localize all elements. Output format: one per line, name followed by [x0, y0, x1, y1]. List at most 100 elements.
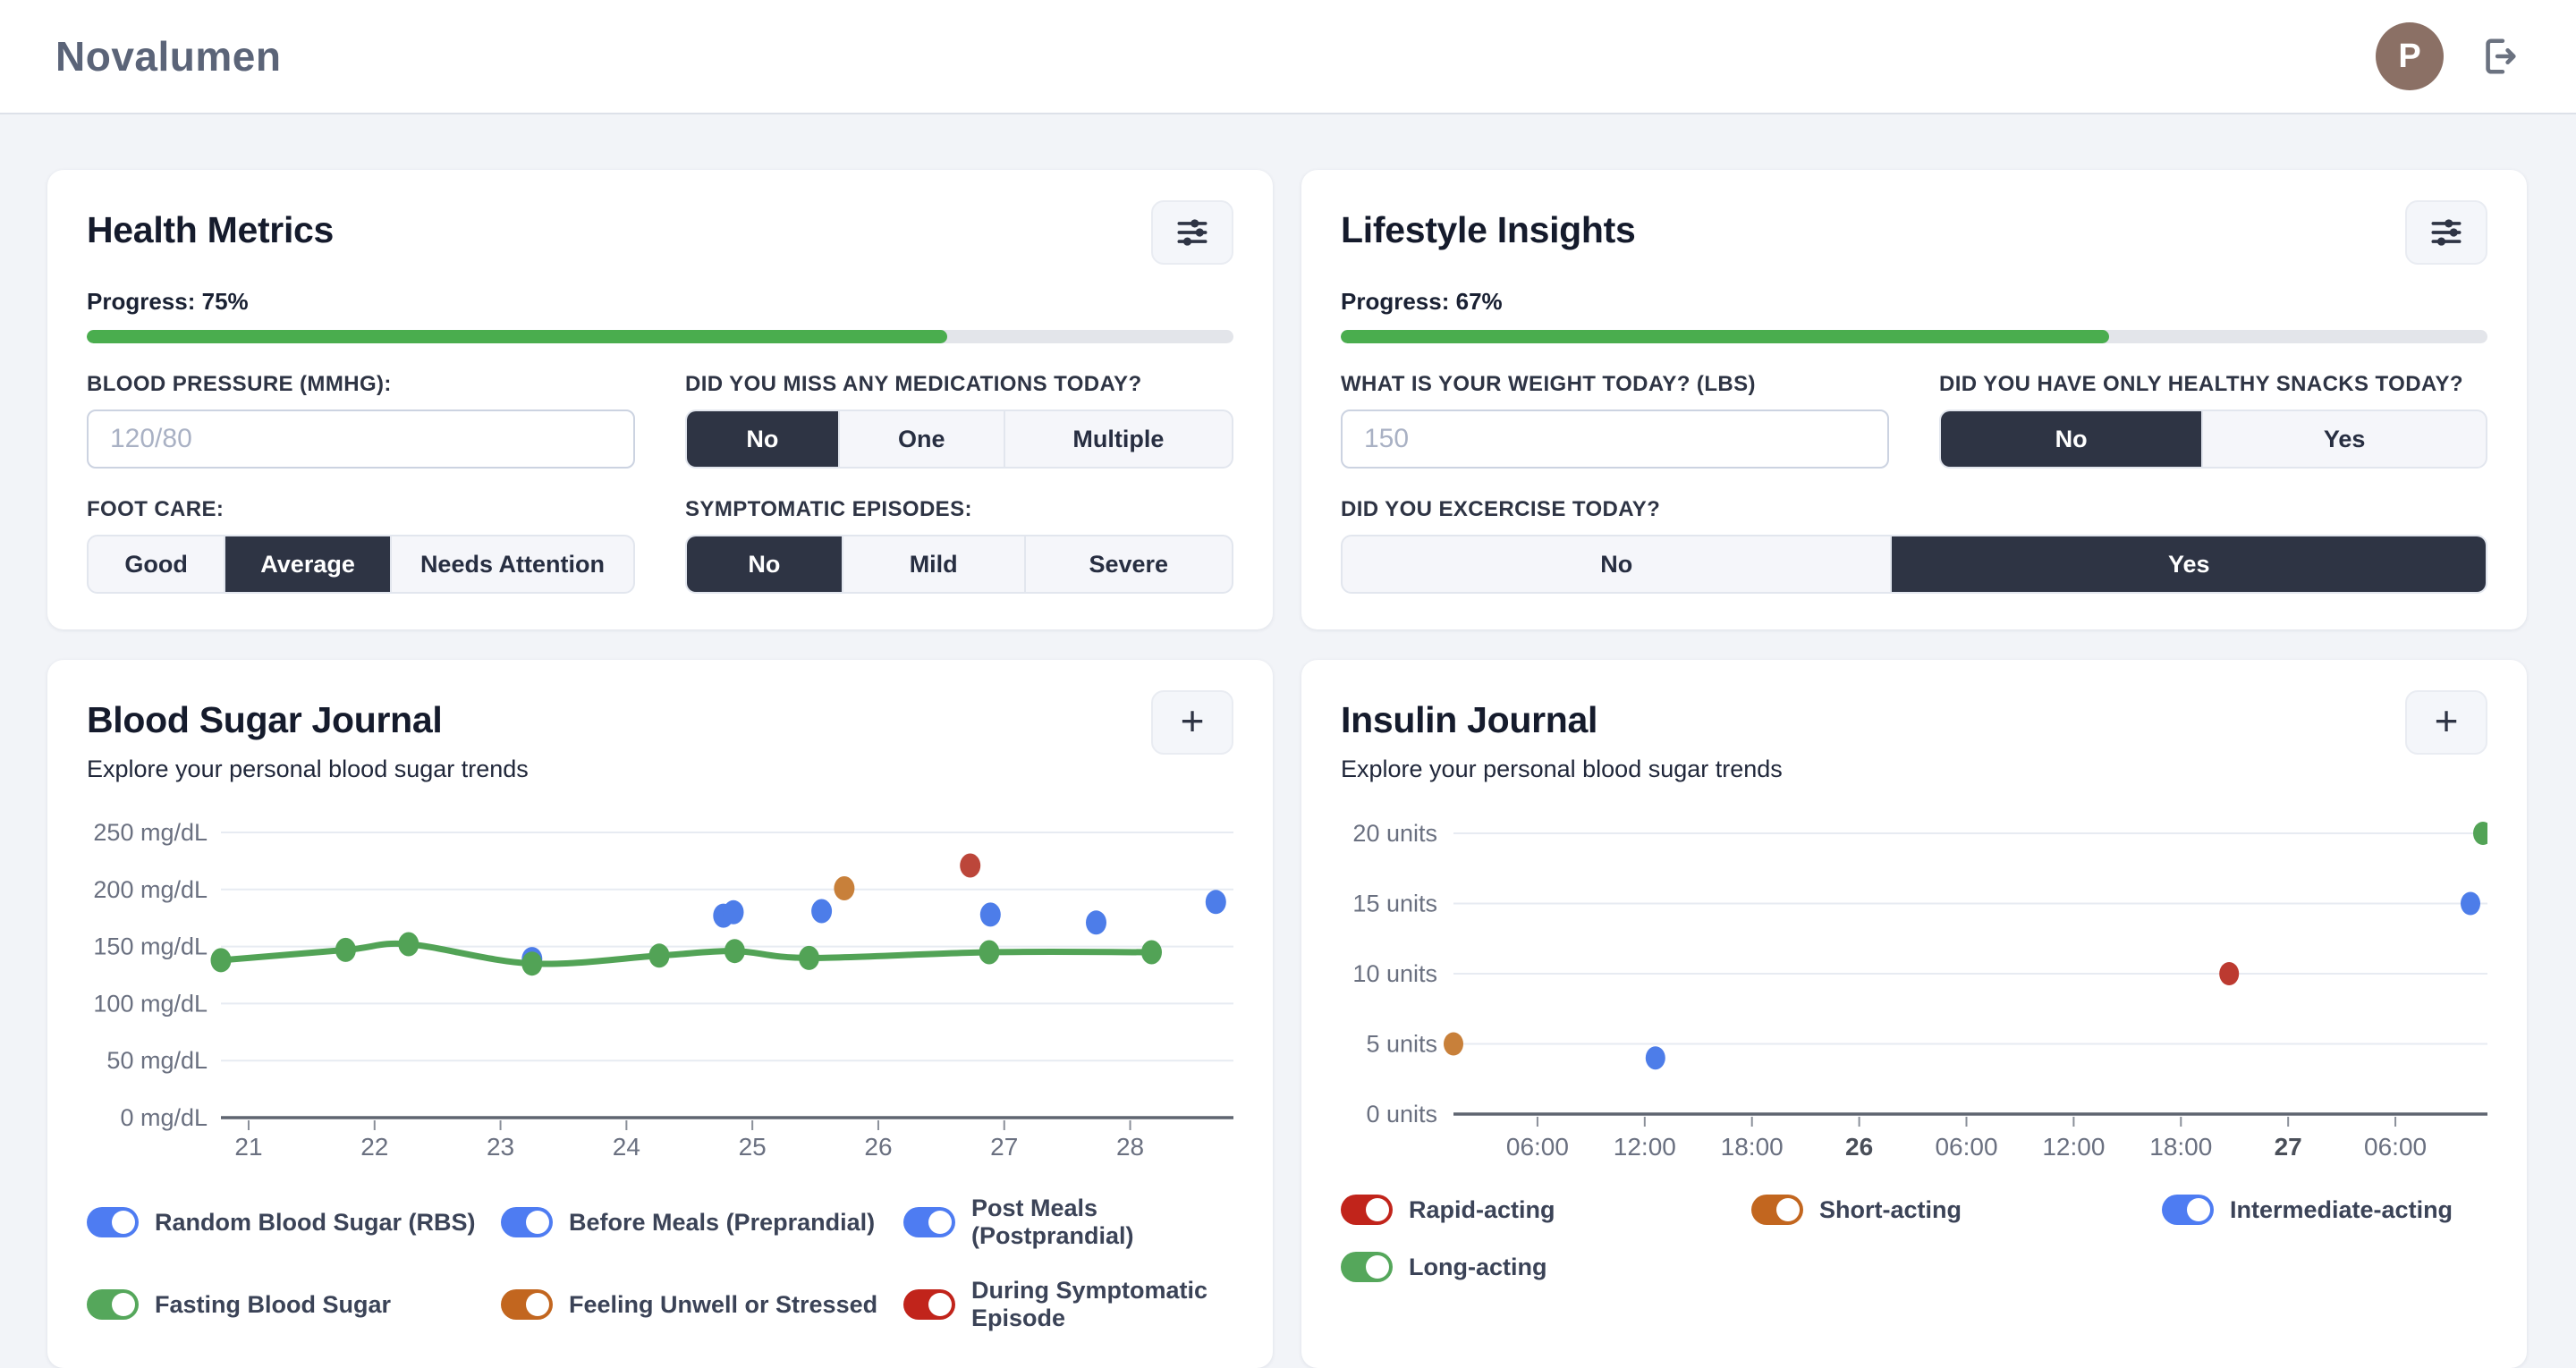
svg-text:18:00: 18:00 — [1721, 1133, 1784, 1161]
segment-option-mild[interactable]: Mild — [843, 536, 1026, 592]
segment-option-average[interactable]: Average — [225, 536, 392, 592]
toggle-switch-intermediate-acting[interactable] — [2162, 1195, 2214, 1225]
toggle-knob — [1776, 1198, 1800, 1221]
weight-label: WHAT IS YOUR WEIGHT TODAY? (LBS) — [1341, 372, 1889, 397]
blood-sugar-journal-title: Blood Sugar Journal — [87, 699, 529, 741]
toggle-switch-short-acting[interactable] — [1751, 1195, 1803, 1225]
segment-option-needs-attention[interactable]: Needs Attention — [392, 536, 633, 592]
segment-option-no[interactable]: No — [687, 536, 843, 592]
legend-item-random-blood-sugar-rbs: Random Blood Sugar (RBS) — [87, 1195, 501, 1250]
field-exercise: DID YOU EXCERCISE TODAY? NoYes — [1341, 497, 2487, 594]
svg-text:21: 21 — [234, 1133, 262, 1161]
segment-option-good[interactable]: Good — [89, 536, 225, 592]
progress-bar-fill — [1341, 330, 2109, 343]
health-metrics-settings-button[interactable] — [1151, 200, 1233, 265]
svg-text:100 mg/dL: 100 mg/dL — [93, 990, 208, 1017]
toggle-switch-rapid-acting[interactable] — [1341, 1195, 1393, 1225]
card-lifestyle-insights: Lifestyle Insights Progress: 67% WHAT IS… — [1301, 170, 2527, 629]
weight-input[interactable] — [1341, 410, 1889, 469]
segment-option-yes[interactable]: Yes — [2203, 411, 2486, 467]
segment-option-yes[interactable]: Yes — [1892, 536, 2486, 592]
segment-option-one[interactable]: One — [840, 411, 1005, 467]
svg-text:06:00: 06:00 — [1935, 1133, 1997, 1161]
plus-icon: + — [1181, 700, 1205, 741]
field-missed-medications: DID YOU MISS ANY MEDICATIONS TODAY? NoOn… — [685, 372, 1233, 469]
svg-text:28: 28 — [1116, 1133, 1144, 1161]
legend-label: Post Meals (Postprandial) — [971, 1195, 1233, 1250]
field-weight: WHAT IS YOUR WEIGHT TODAY? (LBS) — [1341, 372, 1889, 469]
svg-text:20 units: 20 units — [1352, 820, 1437, 847]
legend-item-during-symptomatic-episode: During Symptomatic Episode — [903, 1277, 1233, 1332]
progress-bar-fill — [87, 330, 947, 343]
plus-icon: + — [2435, 700, 2459, 741]
toggle-knob — [928, 1293, 952, 1316]
logout-icon — [2479, 36, 2521, 77]
toggle-knob — [1366, 1198, 1389, 1221]
blood-pressure-label: BLOOD PRESSURE (MMHG): — [87, 372, 635, 397]
segment-option-no[interactable]: No — [1343, 536, 1892, 592]
segment-option-severe[interactable]: Severe — [1026, 536, 1232, 592]
svg-text:27: 27 — [2275, 1133, 2302, 1161]
avatar[interactable]: P — [2376, 22, 2444, 90]
toggle-switch-long-acting[interactable] — [1341, 1252, 1393, 1282]
toggle-switch-feeling-unwell-or-stressed[interactable] — [501, 1289, 553, 1320]
logout-button[interactable] — [2479, 36, 2521, 77]
card-health-metrics: Health Metrics Progress: 75% BLOOD PRESS… — [47, 170, 1273, 629]
legend-item-rapid-acting: Rapid-acting — [1341, 1195, 1751, 1225]
app-header: Novalumen P — [0, 0, 2576, 114]
svg-text:50 mg/dL: 50 mg/dL — [106, 1047, 208, 1074]
field-foot-care: FOOT CARE: GoodAverageNeeds Attention — [87, 497, 635, 594]
legend-label: Rapid-acting — [1409, 1196, 1555, 1224]
segment-option-multiple[interactable]: Multiple — [1005, 411, 1232, 467]
svg-text:06:00: 06:00 — [1506, 1133, 1569, 1161]
legend-label: Before Meals (Preprandial) — [569, 1209, 875, 1237]
insulin-add-button[interactable]: + — [2405, 690, 2487, 755]
legend-label: Short-acting — [1819, 1196, 1962, 1224]
legend-item-long-acting: Long-acting — [1341, 1252, 1751, 1282]
svg-text:15 units: 15 units — [1352, 891, 1437, 917]
svg-text:24: 24 — [613, 1133, 640, 1161]
field-blood-pressure: BLOOD PRESSURE (MMHG): — [87, 372, 635, 469]
legend-item-feeling-unwell-or-stressed: Feeling Unwell or Stressed — [501, 1277, 903, 1332]
header-actions: P — [2376, 22, 2521, 90]
toggle-knob — [526, 1211, 549, 1234]
legend-label: During Symptomatic Episode — [971, 1277, 1233, 1332]
insulin-journal-title: Insulin Journal — [1341, 699, 1783, 741]
svg-text:18:00: 18:00 — [2149, 1133, 2212, 1161]
svg-text:27: 27 — [990, 1133, 1018, 1161]
svg-text:25: 25 — [739, 1133, 767, 1161]
toggle-switch-random-blood-sugar-rbs[interactable] — [87, 1207, 139, 1237]
svg-text:0 units: 0 units — [1366, 1101, 1437, 1127]
toggle-knob — [526, 1293, 549, 1316]
sliders-icon — [1173, 213, 1212, 252]
svg-text:06:00: 06:00 — [2364, 1133, 2427, 1161]
toggle-switch-before-meals-preprandial[interactable] — [501, 1207, 553, 1237]
progress-label: Progress: 67% — [1341, 288, 2487, 316]
svg-text:23: 23 — [487, 1133, 514, 1161]
insulin-legend: Rapid-actingShort-actingIntermediate-act… — [1341, 1195, 2487, 1282]
blood-pressure-input[interactable] — [87, 410, 635, 469]
insulin-chart: 0 units5 units10 units15 units20 units06… — [1341, 805, 2487, 1173]
blood-sugar-journal-subtitle: Explore your personal blood sugar trends — [87, 756, 529, 783]
foot-care-label: FOOT CARE: — [87, 497, 635, 522]
symptomatic-episodes-segmented: NoMildSevere — [685, 535, 1233, 594]
toggle-switch-during-symptomatic-episode[interactable] — [903, 1289, 955, 1320]
legend-item-post-meals-postprandial: Post Meals (Postprandial) — [903, 1195, 1233, 1250]
toggle-switch-post-meals-postprandial[interactable] — [903, 1207, 955, 1237]
missed-medications-label: DID YOU MISS ANY MEDICATIONS TODAY? — [685, 372, 1233, 397]
legend-label: Fasting Blood Sugar — [155, 1291, 391, 1319]
blood-sugar-add-button[interactable]: + — [1151, 690, 1233, 755]
card-blood-sugar-journal: Blood Sugar Journal Explore your persona… — [47, 660, 1273, 1368]
toggle-switch-fasting-blood-sugar[interactable] — [87, 1289, 139, 1320]
exercise-segmented: NoYes — [1341, 535, 2487, 594]
svg-text:250 mg/dL: 250 mg/dL — [93, 819, 208, 846]
lifestyle-insights-settings-button[interactable] — [2405, 200, 2487, 265]
segment-option-no[interactable]: No — [687, 411, 840, 467]
svg-text:12:00: 12:00 — [1614, 1133, 1676, 1161]
health-metrics-title: Health Metrics — [87, 209, 334, 251]
healthy-snacks-label: DID YOU HAVE ONLY HEALTHY SNACKS TODAY? — [1939, 372, 2487, 397]
legend-label: Random Blood Sugar (RBS) — [155, 1209, 476, 1237]
sliders-icon — [2427, 213, 2466, 252]
segment-option-no[interactable]: No — [1941, 411, 2203, 467]
svg-text:26: 26 — [864, 1133, 892, 1161]
